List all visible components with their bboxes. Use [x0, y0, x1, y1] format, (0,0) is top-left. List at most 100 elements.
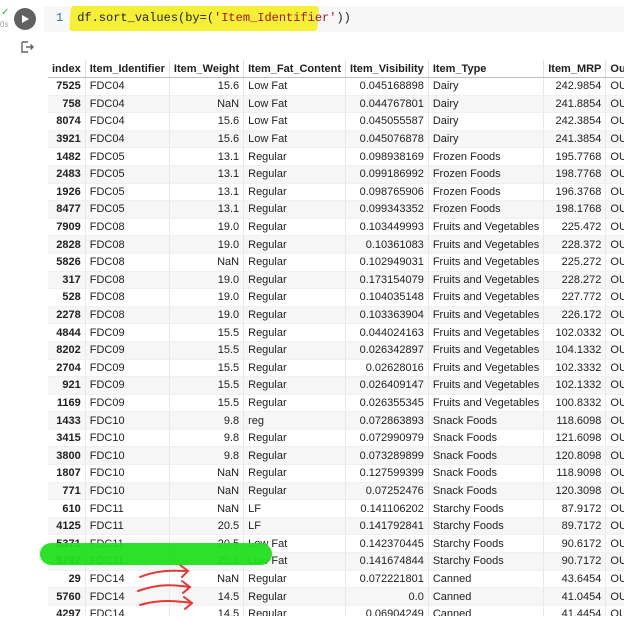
table-cell: 2483 — [48, 165, 86, 184]
table-cell: FDC10 — [85, 429, 170, 448]
table-cell: Low Fat — [243, 95, 347, 114]
table-cell: Fruits and Vegetables — [428, 253, 545, 272]
table-cell: 19.0 — [169, 218, 245, 237]
table-cell: 29 — [48, 570, 86, 589]
table-cell: Regular — [243, 271, 347, 290]
table-cell: 610 — [48, 499, 86, 518]
table-cell: Snack Foods — [428, 464, 545, 483]
table-cell: FDC10 — [85, 482, 170, 501]
table-cell: 0.026342897 — [345, 341, 429, 360]
run-cell-button[interactable] — [14, 8, 36, 30]
table-cell: Regular — [243, 306, 347, 325]
table-cell: Fruits and Vegetables — [428, 235, 545, 254]
table-cell: FDC10 — [85, 464, 170, 483]
table-cell: Regular — [243, 464, 347, 483]
table-cell: Fruits and Vegetables — [428, 288, 545, 307]
table-row: 758 FDC04 NaN Low Fat 0.044767801 Dairy 241.88… — [48, 95, 624, 114]
table-cell: 118.6098 — [543, 411, 607, 430]
table-cell: FDC09 — [85, 394, 170, 413]
table-cell: Snack Foods — [428, 482, 545, 501]
table-cell: Regular — [243, 446, 347, 466]
table-cell: Regular — [243, 253, 347, 272]
table-cell: OUT03 — [605, 183, 624, 202]
table-cell: OUT04 — [605, 147, 624, 166]
table-cell: Regular — [243, 323, 347, 342]
table-cell: OUT04 — [605, 429, 624, 448]
table-cell: Regular — [243, 147, 347, 166]
table-cell: Regular — [243, 605, 347, 616]
table-cell: Regular — [243, 288, 347, 307]
table-cell: OUT01 — [605, 200, 624, 219]
table-cell: NaN — [169, 253, 245, 272]
table-cell: 121.6098 — [543, 429, 607, 448]
table-row: 8477 FDC05 13.1 Regular 0.099343352 Frozen Fo… — [48, 200, 624, 219]
table-cell: 15.6 — [169, 130, 245, 149]
table-cell: 1433 — [48, 411, 86, 430]
table-cell: 198.1768 — [543, 200, 607, 219]
table-cell: Fruits and Vegetables — [428, 341, 545, 360]
table-cell: Regular — [243, 570, 347, 589]
table-cell: 0.045055587 — [345, 112, 429, 131]
table-body: 7525 FDC04 15.6 Low Fat 0.045168898 Dairy 242.… — [48, 77, 624, 616]
table-cell: FDC05 — [85, 183, 170, 202]
table-cell: 7909 — [48, 218, 86, 237]
table-cell: 2278 — [48, 306, 86, 325]
table-cell: 102.3332 — [543, 359, 607, 378]
table-cell: 0.045076878 — [345, 130, 429, 149]
table-row: 8202 FDC09 15.5 Regular 0.026342897 Fruits an… — [48, 341, 624, 360]
table-cell: OUT01 — [605, 552, 624, 571]
code-line[interactable]: 1 df.sort_values(by=('Item_Identifier')) — [56, 11, 351, 25]
table-cell: 0.073289899 — [345, 446, 429, 466]
table-cell: Starchy Foods — [428, 499, 545, 518]
table-cell: 0.02628016 — [345, 359, 429, 378]
table-cell: OUT02 — [605, 253, 624, 272]
table-cell: 9.8 — [169, 446, 245, 466]
dataframe-table: index Item_Identifier Item_Weight Item_Fat_… — [48, 60, 624, 616]
table-cell: 1169 — [48, 394, 86, 413]
column-header: Item_Fat_Content — [243, 60, 347, 78]
table-cell: Dairy — [428, 130, 545, 149]
table-cell: 3415 — [48, 429, 86, 448]
table-cell: 19.0 — [169, 288, 245, 307]
table-cell: FDC04 — [85, 77, 170, 96]
code-prefix: df.sort_values(by=( — [77, 11, 215, 25]
table-row: 4125 FDC11 20.5 LF 0.141792841 Starchy Foods 8… — [48, 517, 624, 536]
table-cell: 228.272 — [543, 271, 607, 290]
table-cell: 19.0 — [169, 271, 245, 290]
output-arrow-icon[interactable] — [20, 40, 34, 54]
table-cell: 758 — [48, 95, 86, 114]
table-cell: 41.0454 — [543, 587, 607, 606]
table-cell: Fruits and Vegetables — [428, 323, 545, 342]
table-cell: Canned — [428, 605, 545, 616]
table-cell: OUT02 — [605, 499, 624, 518]
table-row: 2704 FDC09 15.5 Regular 0.02628016 Fruits and… — [48, 359, 624, 378]
table-cell: 89.7172 — [543, 517, 607, 536]
table-cell: 15.5 — [169, 341, 245, 360]
table-cell: Regular — [243, 165, 347, 184]
table-cell: Starchy Foods — [428, 517, 545, 536]
table-cell: 102.0332 — [543, 323, 607, 342]
table-cell: FDC08 — [85, 218, 170, 237]
table-row: 1433 FDC10 9.8 reg 0.072863893 Snack Foods 118… — [48, 411, 624, 430]
table-cell: FDC05 — [85, 165, 170, 184]
table-cell: OUT01 — [605, 464, 624, 483]
table-cell: 1482 — [48, 147, 86, 166]
table-row: 7525 FDC04 15.6 Low Fat 0.045168898 Dairy 242.… — [48, 77, 624, 96]
table-cell: Fruits and Vegetables — [428, 376, 545, 395]
table-cell: OUT04 — [605, 517, 624, 536]
table-cell: Canned — [428, 570, 545, 589]
table-cell: reg — [243, 411, 347, 430]
table-cell: 0.104035148 — [345, 288, 429, 307]
table-cell: FDC08 — [85, 288, 170, 307]
table-cell: 90.7172 — [543, 552, 607, 571]
table-row: 610 FDC11 NaN LF 0.141106202 Starchy Foods 87.… — [48, 499, 624, 518]
table-cell: 1926 — [48, 183, 86, 202]
table-cell: 120.8098 — [543, 446, 607, 466]
table-cell: 195.7768 — [543, 147, 607, 166]
column-header: Item_Identifier — [85, 60, 170, 78]
table-cell: NaN — [169, 95, 245, 114]
table-cell: FDC08 — [85, 253, 170, 272]
table-cell: 13.1 — [169, 183, 245, 202]
table-cell: OUT01 — [605, 605, 624, 616]
column-header: index — [48, 60, 86, 78]
